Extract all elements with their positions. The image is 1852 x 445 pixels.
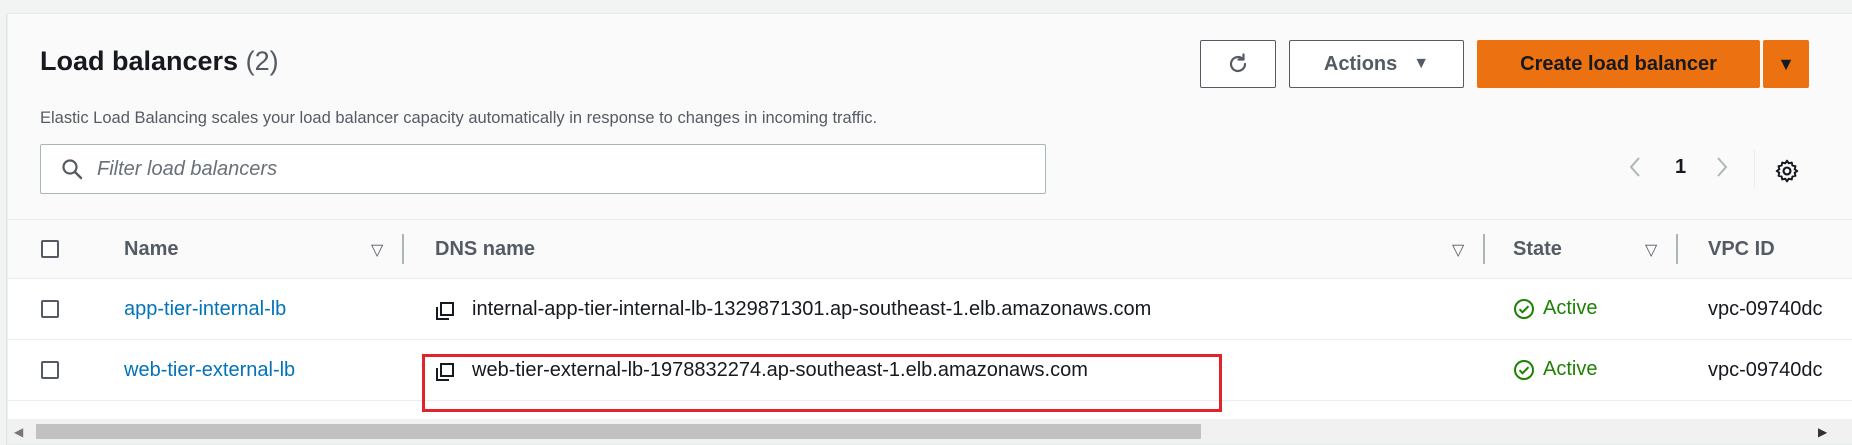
create-load-balancer-button[interactable]: Create load balancer [1477, 40, 1760, 88]
table-row[interactable]: app-tier-internal-lb internal-app-tier-i… [8, 279, 1852, 340]
column-header-name[interactable]: Name [124, 238, 178, 261]
status-text: Active [1543, 297, 1598, 319]
row-checkbox[interactable] [41, 361, 59, 379]
scroll-right-arrow-icon[interactable]: ▶ [1818, 425, 1827, 439]
status-success-icon [1514, 359, 1534, 380]
chevron-left-icon[interactable] [1628, 156, 1642, 184]
search-input[interactable] [95, 156, 999, 182]
sort-icon[interactable]: ▽ [1645, 240, 1657, 260]
vpc-id: vpc-09740dc [1708, 298, 1823, 320]
column-header-vpc-id[interactable]: VPC ID [1708, 238, 1775, 261]
dns-name: internal-app-tier-internal-lb-1329871301… [472, 298, 1152, 320]
column-resizer[interactable] [1483, 234, 1485, 264]
search-field[interactable] [40, 144, 1046, 194]
load-balancer-name-link[interactable]: web-tier-external-lb [124, 359, 295, 382]
actions-label: Actions [1323, 52, 1398, 75]
horizontal-scrollbar[interactable]: ◀ ▶ [8, 419, 1852, 444]
scroll-left-arrow-icon[interactable]: ◀ [14, 425, 23, 439]
column-resizer[interactable] [1676, 234, 1678, 264]
caret-down-icon: ▼ [1777, 53, 1795, 74]
refresh-button[interactable] [1200, 40, 1276, 88]
scrollbar-thumb[interactable] [36, 424, 1201, 439]
search-icon [62, 159, 83, 180]
select-all-checkbox[interactable] [41, 240, 59, 258]
create-load-balancer-label: Create load balancer [1520, 52, 1717, 75]
create-options-dropdown-button[interactable]: ▼ [1763, 40, 1809, 88]
status-success-icon [1514, 298, 1534, 319]
status-badge: Active [1513, 297, 1597, 320]
highlight-box [422, 354, 1222, 412]
actions-button[interactable]: Actions ▼ [1289, 40, 1464, 88]
pager-divider [1754, 150, 1755, 188]
page-title: Load balancers (2) [40, 46, 279, 77]
page-description: Elastic Load Balancing scales your load … [40, 109, 878, 127]
column-header-dns-name[interactable]: DNS name [435, 238, 535, 261]
column-header-state[interactable]: State [1513, 238, 1562, 261]
panel-header: Load balancers (2) Elastic Load Balancin… [8, 14, 1852, 219]
table-header: Name ▽ DNS name ▽ State ▽ VPC ID [8, 219, 1852, 279]
gear-icon[interactable] [1774, 158, 1800, 184]
current-page-number[interactable]: 1 [1675, 156, 1686, 179]
status-text: Active [1543, 358, 1598, 380]
copy-icon[interactable] [435, 301, 455, 321]
page-title-count: (2) [245, 46, 279, 76]
sort-icon[interactable]: ▽ [1452, 240, 1464, 260]
page-title-text: Load balancers [40, 46, 239, 76]
caret-down-icon: ▼ [1413, 55, 1430, 72]
load-balancers-panel: Load balancers (2) Elastic Load Balancin… [7, 13, 1852, 445]
refresh-icon [1229, 53, 1247, 73]
load-balancer-name-link[interactable]: app-tier-internal-lb [124, 298, 286, 321]
vpc-id: vpc-09740dc [1708, 359, 1823, 381]
row-checkbox[interactable] [41, 300, 59, 318]
chevron-right-icon[interactable] [1715, 156, 1729, 184]
status-badge: Active [1513, 358, 1597, 381]
column-resizer[interactable] [402, 234, 404, 264]
sort-icon[interactable]: ▽ [371, 240, 383, 260]
